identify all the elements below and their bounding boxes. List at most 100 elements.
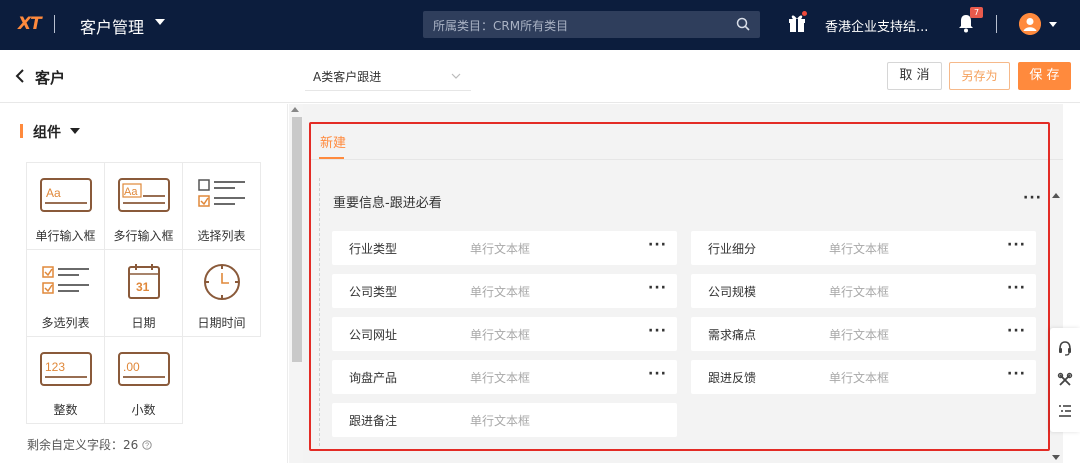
- svg-text:Aa: Aa: [124, 186, 138, 198]
- field-label: 公司规模: [708, 285, 757, 299]
- svg-text:Aa: Aa: [46, 186, 61, 200]
- field-more-icon[interactable]: ···: [648, 323, 667, 339]
- components-section-title[interactable]: 组件: [33, 122, 61, 142]
- field-card[interactable]: 公司类型 单行文本框 ···: [332, 274, 677, 308]
- field-more-icon[interactable]: ···: [1007, 366, 1026, 382]
- tools-icon[interactable]: [1057, 372, 1073, 388]
- divider: [54, 15, 55, 33]
- app-switcher-caret-icon[interactable]: [155, 19, 165, 25]
- field-card[interactable]: 跟进反馈 单行文本框 ···: [691, 360, 1036, 394]
- section-accent-bar: [20, 124, 23, 138]
- field-more-icon[interactable]: ···: [1007, 323, 1026, 339]
- field-card[interactable]: 需求痛点 单行文本框 ···: [691, 317, 1036, 351]
- cancel-button[interactable]: 取 消: [887, 62, 942, 90]
- save-as-button[interactable]: 另存为: [949, 62, 1010, 90]
- field-more-icon[interactable]: ···: [648, 366, 667, 382]
- field-type: 单行文本框: [470, 328, 531, 342]
- field-type: 单行文本框: [829, 328, 890, 342]
- field-more-icon[interactable]: ···: [648, 237, 667, 253]
- component-label: 日期: [131, 316, 156, 330]
- integer-icon: 123: [40, 352, 92, 386]
- chevron-down-icon: [451, 73, 461, 79]
- svg-text:?: ?: [145, 443, 149, 450]
- component-label: 多选列表: [41, 316, 90, 330]
- app-title[interactable]: 客户管理: [80, 14, 144, 38]
- component-single-line-input[interactable]: Aa 单行输入框: [26, 162, 105, 250]
- component-label: 选择列表: [197, 229, 246, 243]
- component-panel: 组件 Aa 单行输入框 Aa 多行输入框 选择列表 多选列表 31 日期 日期时…: [0, 104, 288, 463]
- field-label: 公司类型: [349, 285, 398, 299]
- svg-text:.00: .00: [123, 360, 140, 374]
- field-type: 单行文本框: [470, 285, 531, 299]
- scroll-down-arrow-icon[interactable]: [1052, 455, 1060, 460]
- floating-toolbar: [1050, 328, 1080, 432]
- component-multi-select-list[interactable]: 多选列表: [26, 249, 105, 337]
- svg-text:123: 123: [45, 360, 65, 374]
- field-label: 跟进反馈: [708, 371, 757, 385]
- field-type: 单行文本框: [470, 242, 531, 256]
- remaining-fields-text: 剩余自定义字段：26: [27, 438, 139, 452]
- scroll-up-arrow-icon[interactable]: [291, 107, 299, 112]
- component-datetime[interactable]: 日期时间: [182, 249, 261, 337]
- field-card[interactable]: 公司网址 单行文本框 ···: [332, 317, 677, 351]
- template-selected-value: A类客户跟进: [313, 70, 382, 84]
- multi-select-list-icon: [42, 266, 89, 294]
- field-card[interactable]: 询盘产品 单行文本框 ···: [332, 360, 677, 394]
- svg-text:31: 31: [136, 280, 150, 294]
- divider: [996, 15, 997, 33]
- field-label: 公司网址: [349, 328, 398, 342]
- field-label: 需求痛点: [708, 328, 757, 342]
- component-multi-line-input[interactable]: Aa 多行输入框: [104, 162, 183, 250]
- tab-new[interactable]: 新建: [320, 132, 346, 151]
- component-select-list[interactable]: 选择列表: [182, 162, 261, 250]
- scroll-up-arrow-icon[interactable]: [1052, 193, 1060, 198]
- gift-notification-dot: [802, 11, 807, 16]
- field-type: 单行文本框: [829, 285, 890, 299]
- remaining-fields-count: 剩余自定义字段：26 ?: [27, 436, 152, 453]
- field-card[interactable]: 跟进备注 单行文本框: [332, 403, 677, 437]
- user-menu-caret-icon[interactable]: [1049, 22, 1057, 27]
- field-card[interactable]: 行业细分 单行文本框 ···: [691, 231, 1036, 265]
- field-group-title[interactable]: 重要信息-跟进必看: [333, 192, 442, 211]
- field-label: 行业类型: [349, 242, 398, 256]
- page-header: 客户 A类客户跟进 取 消 另存为 保 存: [0, 50, 1080, 103]
- date-icon: 31: [128, 264, 160, 299]
- decimal-icon: .00: [118, 352, 170, 386]
- field-type: 单行文本框: [470, 371, 531, 385]
- caret-down-icon[interactable]: [70, 128, 80, 134]
- form-scrollbar-thumb[interactable]: [292, 117, 302, 362]
- back-arrow-icon[interactable]: [14, 68, 26, 84]
- app-logo[interactable]: XT: [18, 14, 42, 34]
- component-label: 日期时间: [197, 316, 246, 330]
- component-decimal[interactable]: .00 小数: [104, 336, 183, 424]
- save-button[interactable]: 保 存: [1018, 62, 1071, 90]
- field-card[interactable]: 行业类型 单行文本框 ···: [332, 231, 677, 265]
- field-type: 单行文本框: [470, 414, 531, 428]
- field-more-icon[interactable]: ···: [1007, 237, 1026, 253]
- field-label: 询盘产品: [349, 371, 398, 385]
- category-search-input[interactable]: 所属类目：CRM所有类目: [423, 11, 760, 38]
- component-label: 整数: [53, 403, 78, 417]
- field-more-icon[interactable]: ···: [1007, 280, 1026, 296]
- company-name[interactable]: 香港企业支持结...: [825, 16, 928, 35]
- top-navigation-bar: XT 客户管理 所属类目：CRM所有类目 香港企业支持结... 7: [0, 0, 1080, 50]
- component-date[interactable]: 31 日期: [104, 249, 183, 337]
- avatar[interactable]: [1019, 13, 1041, 35]
- group-more-icon[interactable]: ···: [1023, 190, 1042, 206]
- search-icon[interactable]: [736, 17, 750, 31]
- search-placeholder: 所属类目：CRM所有类目: [433, 19, 569, 33]
- page-title[interactable]: 客户: [35, 67, 65, 88]
- tab-divider: [310, 159, 1063, 160]
- multi-line-input-icon: Aa: [118, 178, 170, 212]
- list-icon[interactable]: [1057, 403, 1073, 419]
- template-select[interactable]: A类客户跟进: [305, 63, 471, 91]
- help-icon[interactable]: ?: [142, 440, 152, 450]
- component-label: 小数: [131, 403, 156, 417]
- field-card[interactable]: 公司规模 单行文本框 ···: [691, 274, 1036, 308]
- single-line-input-icon: Aa: [40, 178, 92, 212]
- customer-service-icon[interactable]: [1057, 340, 1073, 356]
- component-integer[interactable]: 123 整数: [26, 336, 105, 424]
- field-more-icon[interactable]: ···: [648, 280, 667, 296]
- select-list-icon: [198, 179, 245, 207]
- field-label: 行业细分: [708, 242, 757, 256]
